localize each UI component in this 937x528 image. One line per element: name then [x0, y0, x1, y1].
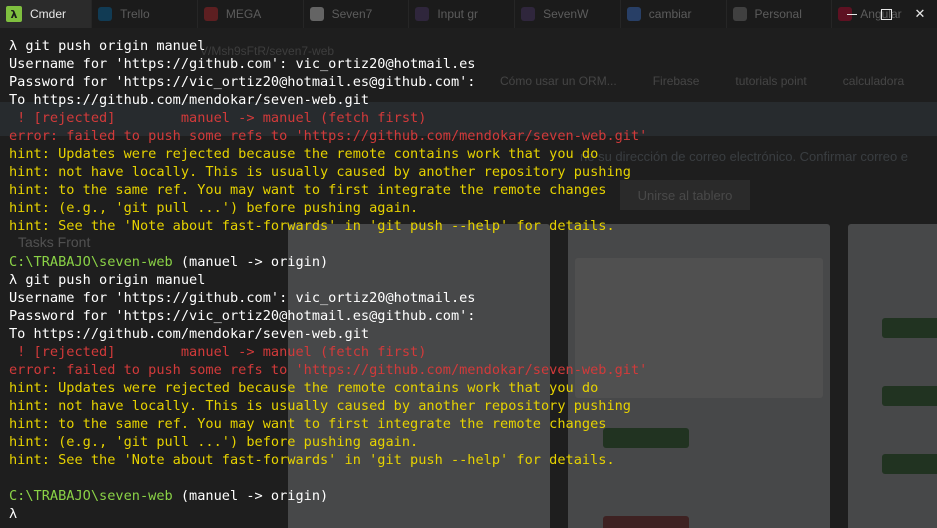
maximize-icon: [880, 8, 892, 20]
minimize-button[interactable]: [835, 0, 869, 28]
hint-line: hint: not have locally. This is usually …: [9, 398, 631, 414]
error-line: ! [rejected] manuel -> manuel (fetch fir…: [9, 110, 427, 126]
trello-icon: [98, 7, 113, 21]
output-line: λ: [9, 506, 18, 522]
hint-line: hint: Updates were rejected because the …: [9, 146, 599, 162]
cmder-lambda-icon: λ: [6, 6, 22, 22]
prompt-line: C:\TRABAJO\seven-web (manuel -> origin): [9, 253, 929, 271]
title-bar: λ Cmder Trello MEGA Seven7 Input gr Seve…: [0, 0, 937, 28]
terminal-output[interactable]: λ git push origin manuel Username for 'ht…: [9, 37, 929, 523]
prompt-branch: (manuel -> origin): [172, 254, 329, 270]
background-tab: Trello: [91, 0, 197, 28]
background-tab: Personal: [725, 0, 832, 28]
output-line: Username for 'https://github.com': vic_o…: [9, 56, 476, 72]
prompt-line: C:\TRABAJO\seven-web (manuel -> origin): [9, 487, 929, 505]
bootstrap-icon: [521, 7, 536, 21]
page-icon: [309, 7, 324, 21]
output-line: λ git push origin manuel: [9, 272, 206, 288]
close-icon: ✕: [914, 6, 926, 22]
background-tab: cambiar: [619, 0, 726, 28]
hint-line: hint: not have locally. This is usually …: [9, 164, 631, 180]
bootstrap-icon: [415, 7, 430, 21]
mega-icon: [203, 7, 218, 21]
prompt-path: C:\TRABAJO\seven-web: [9, 488, 173, 504]
output-line: Username for 'https://github.com': vic_o…: [9, 290, 476, 306]
background-tab: Seven7: [302, 0, 409, 28]
output-line: To https://github.com/mendokar/seven-web…: [9, 326, 370, 342]
hint-line: hint: See the 'Note about fast-forwards'…: [9, 452, 615, 468]
cmder-tab[interactable]: λ Cmder: [0, 0, 92, 28]
output-line: To https://github.com/mendokar/seven-web…: [9, 92, 370, 108]
prompt-branch: (manuel -> origin): [172, 488, 329, 504]
hint-line: hint: to the same ref. You may want to f…: [9, 182, 607, 198]
hint-line: hint: See the 'Note about fast-forwards'…: [9, 218, 615, 234]
window-controls: ✕: [835, 0, 937, 28]
error-line: error: failed to push some refs to 'http…: [9, 362, 648, 378]
background-tab: Input gr: [408, 0, 514, 28]
prompt-path: C:\TRABAJO\seven-web: [9, 254, 173, 270]
maximize-button[interactable]: [869, 0, 903, 28]
output-line: Password for 'https://vic_ortiz20@hotmai…: [9, 74, 476, 90]
background-tab: MEGA: [196, 0, 303, 28]
app-tab-label: Cmder: [30, 7, 67, 21]
hint-line: hint: to the same ref. You may want to f…: [9, 416, 607, 432]
error-line: error: failed to push some refs to 'http…: [9, 128, 648, 144]
minimize-icon: [847, 13, 857, 15]
hint-line: hint: (e.g., 'git pull ...') before push…: [9, 200, 419, 216]
output-line: Password for 'https://vic_ortiz20@hotmai…: [9, 308, 476, 324]
google-icon: [626, 7, 641, 21]
hint-line: hint: Updates were rejected because the …: [9, 380, 599, 396]
close-button[interactable]: ✕: [903, 0, 937, 28]
error-line: ! [rejected] manuel -> manuel (fetch fir…: [9, 344, 427, 360]
background-tab: SevenW: [514, 0, 620, 28]
hint-line: hint: (e.g., 'git pull ...') before push…: [9, 434, 419, 450]
globe-icon: [732, 7, 747, 21]
output-line: λ git push origin manuel: [9, 38, 206, 54]
